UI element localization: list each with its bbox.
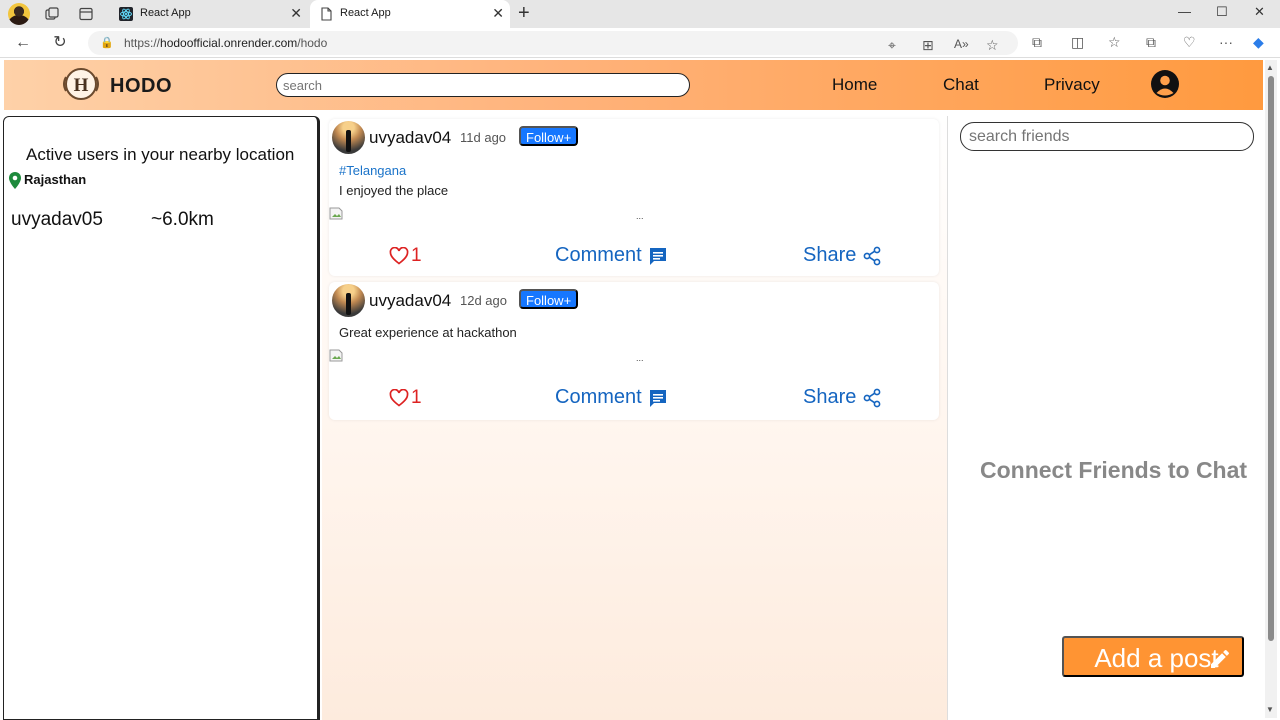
comment-button[interactable]: Comment <box>555 386 668 409</box>
empty-chat-message: Connect Friends to Chat <box>980 457 1248 483</box>
url-text: https://hodoofficial.onrender.com/hodo <box>124 36 328 50</box>
current-location: Rajasthan <box>24 172 87 187</box>
comment-button[interactable]: Comment <box>555 244 668 267</box>
post-author[interactable]: uvyadav04 <box>369 291 451 311</box>
heart-icon <box>389 389 409 407</box>
scrollbar-thumb[interactable] <box>1268 76 1274 641</box>
comment-icon <box>649 389 666 407</box>
nearby-users-title: Active users in your nearby location <box>26 145 295 164</box>
new-tab-icon[interactable]: + <box>518 2 530 25</box>
browser-tab-2-active[interactable]: React App ✕ <box>310 0 510 28</box>
browser-tab-strip: React App ✕ React App ✕ + — ☐ ✕ <box>0 0 1280 28</box>
pencil-icon <box>1211 649 1229 668</box>
close-tab-icon[interactable]: ✕ <box>290 5 302 22</box>
follow-button[interactable]: Follow+ <box>519 126 579 146</box>
post-card: uvyadav04 12d ago Follow+ Great experien… <box>329 282 939 420</box>
post-hashtag[interactable]: #Telangana <box>339 163 406 178</box>
page-scrollbar[interactable]: ▲ ▼ <box>1265 60 1277 718</box>
post-image-alt: ... <box>636 353 644 363</box>
svg-text:H: H <box>74 75 89 96</box>
react-favicon-icon <box>119 7 133 21</box>
broken-image-icon <box>329 349 343 362</box>
collections-icon[interactable]: ⧉ <box>1146 34 1156 51</box>
lock-icon[interactable]: 🔒 <box>100 36 114 49</box>
add-post-label: Add a post <box>1094 643 1219 673</box>
share-icon <box>863 246 881 265</box>
refresh-icon[interactable]: ↻ <box>50 33 70 53</box>
scroll-up-icon[interactable]: ▲ <box>1266 63 1274 72</box>
chat-friends-panel: Connect Friends to Chat Add a post <box>947 116 1265 720</box>
posts-feed: uvyadav04 11d ago Follow+ #Telangana I e… <box>322 113 948 720</box>
share-button[interactable]: Share <box>803 386 882 409</box>
post-text: Great experience at hackathon <box>339 325 517 340</box>
comment-icon <box>649 247 666 265</box>
browser-tab-1[interactable]: React App ✕ <box>110 0 308 28</box>
location-pin-icon <box>9 172 21 189</box>
read-aloud-icon[interactable]: A» <box>954 37 969 51</box>
tab-title: React App <box>140 7 191 19</box>
post-author[interactable]: uvyadav04 <box>369 128 451 148</box>
hodo-logo-icon[interactable]: H <box>62 67 100 101</box>
like-count: 1 <box>411 245 422 266</box>
back-icon[interactable]: ← <box>13 33 33 53</box>
address-bar[interactable]: 🔒 https://hodoofficial.onrender.com/hodo… <box>88 31 1018 55</box>
heart-icon <box>389 247 409 265</box>
workspaces-icon[interactable] <box>42 4 62 24</box>
follow-button[interactable]: Follow+ <box>519 289 579 309</box>
favorites-icon[interactable]: ☆ <box>1108 34 1121 51</box>
post-image-alt: ... <box>636 211 644 221</box>
more-menu-icon[interactable]: ··· <box>1219 34 1233 50</box>
close-window-icon[interactable]: ✕ <box>1254 4 1265 20</box>
share-label: Share <box>803 386 857 408</box>
browser-toolbar: ← ↻ 🔒 https://hodoofficial.onrender.com/… <box>0 28 1280 58</box>
like-button[interactable]: 1 <box>389 245 422 267</box>
friend-search-input[interactable] <box>960 122 1254 151</box>
author-avatar[interactable] <box>332 121 365 154</box>
scroll-down-icon[interactable]: ▼ <box>1266 705 1274 714</box>
nav-chat-link[interactable]: Chat <box>943 75 979 95</box>
like-count: 1 <box>411 387 422 408</box>
broken-image-icon <box>329 207 343 220</box>
post-time: 12d ago <box>460 293 507 308</box>
site-header: H HODO Home Chat Privacy <box>4 60 1263 110</box>
nearby-users-panel: Active users in your nearby location Raj… <box>3 116 320 720</box>
tab-actions-icon[interactable] <box>76 4 96 24</box>
share-label: Share <box>803 244 857 266</box>
brand-name[interactable]: HODO <box>110 75 172 98</box>
page-favicon-icon <box>321 7 332 21</box>
nav-privacy-link[interactable]: Privacy <box>1044 75 1100 95</box>
add-post-button[interactable]: Add a post <box>1062 636 1244 677</box>
maximize-icon[interactable]: ☐ <box>1216 4 1228 20</box>
copilot-icon[interactable]: ◆ <box>1253 34 1264 51</box>
account-circle-icon[interactable] <box>1150 69 1180 99</box>
nearby-user-distance: ~6.0km <box>151 209 214 230</box>
share-icon <box>863 388 881 407</box>
browser-essentials-icon[interactable]: ♡ <box>1183 34 1196 51</box>
app-available-icon[interactable]: ⊞ <box>922 37 934 54</box>
favorite-star-icon[interactable]: ☆ <box>986 37 999 54</box>
like-button[interactable]: 1 <box>389 387 422 409</box>
extensions-icon[interactable]: ⧉ <box>1032 34 1042 51</box>
minimize-icon[interactable]: — <box>1178 4 1191 19</box>
share-button[interactable]: Share <box>803 244 882 267</box>
split-screen-icon[interactable]: ◫ <box>1071 34 1084 51</box>
author-avatar[interactable] <box>332 284 365 317</box>
post-time: 11d ago <box>460 130 507 145</box>
site-search-input[interactable] <box>276 73 690 97</box>
tab-title: React App <box>340 7 391 19</box>
comment-label: Comment <box>555 386 642 408</box>
location-icon[interactable]: ⌖ <box>888 37 896 54</box>
nearby-user-name[interactable]: uvyadav05 <box>11 209 103 231</box>
page-viewport: H HODO Home Chat Privacy Active users in… <box>0 58 1280 720</box>
post-text: I enjoyed the place <box>339 183 449 198</box>
post-card: uvyadav04 11d ago Follow+ #Telangana I e… <box>329 119 939 276</box>
browser-profile-avatar[interactable] <box>8 3 30 25</box>
close-tab-icon[interactable]: ✕ <box>492 5 504 22</box>
comment-label: Comment <box>555 244 642 266</box>
nav-home-link[interactable]: Home <box>832 75 877 95</box>
